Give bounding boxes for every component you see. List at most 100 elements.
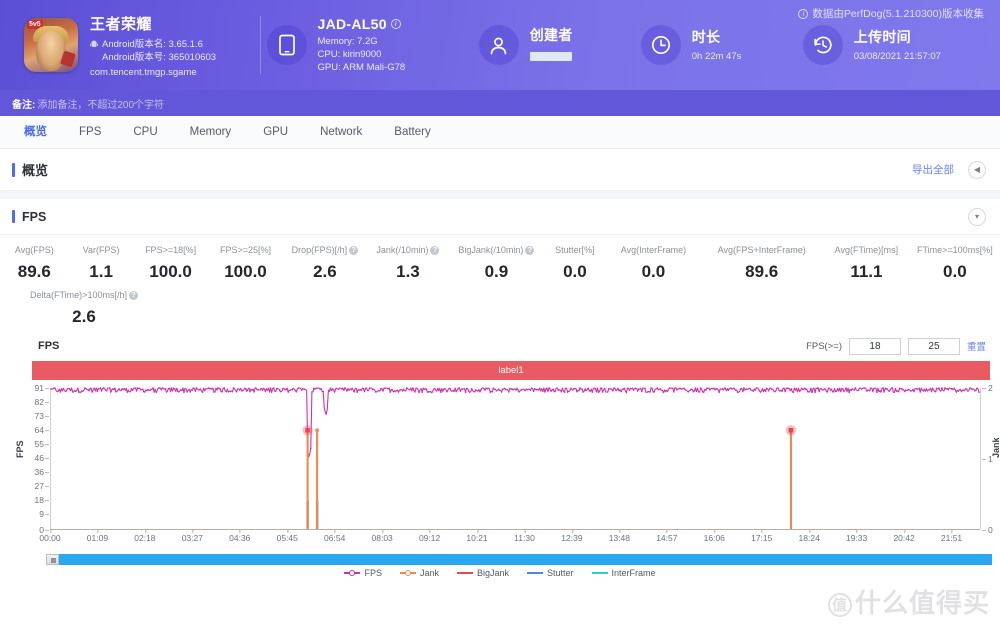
help-icon[interactable]: ? [128, 290, 138, 300]
x-tick: 08:03 [371, 529, 393, 543]
device-info-icon[interactable]: i [390, 19, 401, 29]
metric-label-text: Drop(FPS)[/h] [291, 245, 348, 255]
legend-swatch [456, 572, 473, 574]
app-version-code: Android版本号: 365010603 [102, 51, 217, 63]
x-tick: 16:06 [703, 529, 725, 543]
tab-gpu[interactable]: GPU [247, 116, 304, 149]
fps-plot: FPS Jank 91 82 73 64 55 46 36 27 18 9 0 … [10, 380, 1000, 550]
x-tick: 13:48 [608, 529, 631, 543]
x-tick: 00:00 [39, 529, 61, 543]
metric-label: Drop(FPS)[/h] ? [283, 245, 366, 255]
creator-title: 创建者 [529, 26, 573, 43]
legend-swatch [344, 570, 361, 576]
label-band[interactable]: label1 [32, 361, 990, 380]
metric-bigjank: BigJank(/10min) ? 0.9 [449, 245, 543, 282]
metric-avg-fps-interframe: Avg(FPS+InterFrame) 89.6 [700, 245, 823, 282]
metric-avg-interframe: Avg(InterFrame) 0.0 [606, 245, 700, 282]
legend-label: FPS [364, 568, 382, 578]
chevron-left-icon[interactable]: ◀ [968, 160, 986, 179]
metric-label-text: Delta(FTime)>100ms[/h] [30, 290, 127, 300]
android-icon [90, 40, 98, 47]
game-app-icon: 5v5 [24, 18, 78, 72]
tab-memory[interactable]: Memory [174, 116, 248, 149]
watermark: 值什么值得买 [827, 583, 990, 620]
x-tick: 09:12 [418, 529, 441, 543]
tab-cpu[interactable]: CPU [117, 116, 173, 149]
user-icon-glyph [490, 37, 507, 54]
x-tick: 18:24 [798, 529, 820, 543]
phone-icon [266, 25, 307, 65]
fps-threshold-low-input[interactable] [848, 337, 901, 355]
x-tick: 12:39 [561, 529, 583, 543]
x-tick: 05:45 [276, 529, 298, 543]
metric-fps-ge-25: FPS>=25[%] 100.0 [208, 245, 284, 282]
remark-placeholder: 添加备注，不超过200个字符 [37, 99, 165, 111]
chart-name: FPS [38, 340, 60, 352]
metric-value: 1.1 [89, 262, 113, 281]
watermark-text: 什么值得买 [854, 588, 990, 618]
device-cpu: CPU: kirin9000 [317, 49, 382, 60]
metric-avg-ftime: Avg(FTime)[ms] 11.1 [823, 245, 910, 282]
app-version-name-row: Android版本名: 3.65.1.6 [90, 38, 216, 51]
fps-metrics-row-1: Avg(FPS) 89.6 Var(FPS) 1.1 FPS>=18[%] 10… [0, 235, 1000, 284]
metric-fps-ge-18: FPS>=18[%] 100.0 [134, 245, 208, 282]
app-text-block: 王者荣耀 Android版本名: 3.65.1.6 Android版本号: 36… [90, 13, 216, 78]
metric-value: 0.0 [641, 262, 666, 281]
tab-overview[interactable]: 概览 [8, 116, 63, 149]
reset-link[interactable]: 重置 [967, 339, 986, 353]
legend-item-stutter[interactable]: Stutter [527, 568, 574, 578]
tab-network[interactable]: Network [304, 116, 378, 149]
device-memory: Memory: 7.2G [317, 36, 378, 47]
header-divider [259, 16, 261, 74]
metric-label: Var(FPS) [82, 245, 120, 255]
upload-info-block: 上传时间 03/08/2021 21:57:07 [802, 25, 986, 65]
chart-scrollbar-handle[interactable] [46, 554, 59, 565]
watermark-circle-icon: 值 [827, 593, 852, 618]
metric-value: 0.0 [563, 262, 587, 281]
overview-bar: 概览 导出全部 ◀ [0, 149, 1000, 191]
metric-ftime-ge-100ms: FTime>=100ms[%] 0.0 [910, 245, 1000, 282]
legend-item-interframe[interactable]: InterFrame [591, 568, 656, 578]
app-name: 王者荣耀 [90, 15, 153, 33]
remark-bar[interactable]: 备注: 添加备注，不超过200个字符 [0, 90, 1000, 116]
chevron-down-icon[interactable]: ▾ [968, 207, 986, 226]
x-tick: 06:54 [324, 529, 346, 543]
legend-label: Stutter [547, 568, 574, 578]
app-icon-face [36, 31, 66, 71]
fps-card-header: FPS ▾ [0, 199, 1000, 235]
chart-scrollbar-track[interactable] [58, 554, 992, 565]
chart-scrollbar[interactable] [46, 554, 992, 565]
help-icon[interactable]: ? [430, 245, 440, 255]
metric-jank: Jank(/10min) ? 1.3 [366, 245, 449, 282]
duration-text-block: 时长 0h 22m 47s [692, 27, 742, 63]
help-icon[interactable]: ? [349, 245, 359, 255]
clock-icon [640, 25, 681, 65]
export-all-link[interactable]: 导出全部 [912, 162, 954, 177]
help-icon[interactable]: ? [525, 245, 535, 255]
fps-threshold-high-input[interactable] [907, 337, 960, 355]
metric-delta-ftime: Delta(FTime)>100ms[/h] ? 2.6 [0, 290, 168, 327]
legend-swatch [399, 570, 416, 576]
fps-card: FPS ▾ Avg(FPS) 89.6 Var(FPS) 1.1 FPS>=18… [0, 199, 1000, 581]
metric-value: 2.6 [72, 307, 96, 326]
tab-battery[interactable]: Battery [378, 116, 446, 149]
device-model: JAD-AL50 [317, 16, 387, 32]
x-tick: 11:30 [514, 529, 535, 543]
metric-label: BigJank(/10min) ? [449, 245, 543, 255]
duration-title: 时长 [691, 29, 721, 45]
x-tick: 01:09 [86, 529, 109, 543]
legend-item-fps[interactable]: FPS [344, 568, 382, 578]
creator-info-block: 创建者 [478, 25, 641, 66]
metric-value: 0.9 [484, 262, 509, 281]
fps-chart-toolbar: FPS FPS(>=) 重置 [10, 333, 990, 359]
metric-value: 100.0 [149, 262, 192, 281]
metric-value: 2.6 [313, 262, 337, 281]
app-version-name: Android版本名: 3.65.1.6 [102, 38, 203, 50]
legend-item-jank[interactable]: Jank [399, 568, 439, 578]
x-tick: 04:36 [229, 529, 251, 543]
legend-item-bigjank[interactable]: BigJank [456, 568, 509, 578]
tab-fps[interactable]: FPS [63, 116, 117, 149]
x-tick: 19:33 [845, 529, 868, 543]
x-tick: 10:21 [466, 529, 488, 543]
metric-stutter: Stutter[%] 0.0 [543, 245, 606, 282]
